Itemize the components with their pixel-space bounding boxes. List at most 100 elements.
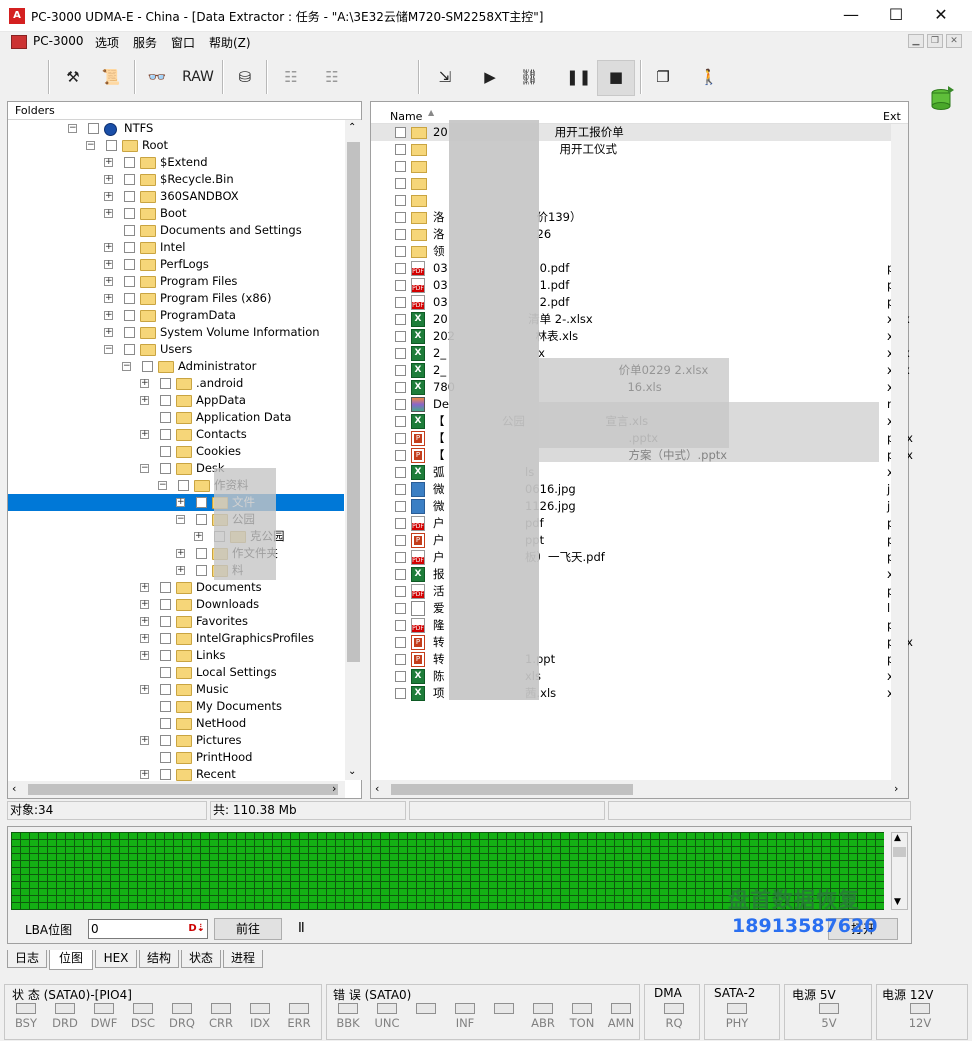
tab-log[interactable]: 日志 <box>7 950 47 968</box>
list-vertical-scrollbar[interactable] <box>891 124 908 780</box>
file-row-checkbox[interactable] <box>395 348 406 359</box>
file-row-checkbox[interactable] <box>395 331 406 342</box>
tree-node-checkbox[interactable] <box>142 361 153 372</box>
tree-node[interactable]: + $Recycle.Bin <box>8 171 344 188</box>
collapse-icon[interactable]: − <box>104 345 113 354</box>
lba-scroll-thumb[interactable] <box>893 847 906 857</box>
tree-node[interactable]: + ProgramData <box>8 307 344 324</box>
tree-node-checkbox[interactable] <box>160 718 171 729</box>
raw-button[interactable]: RAW <box>180 62 216 92</box>
file-row-checkbox[interactable] <box>395 399 406 410</box>
tab-status[interactable]: 状态 <box>181 950 221 968</box>
expand-icon[interactable]: + <box>104 294 113 303</box>
expand-icon[interactable]: + <box>140 770 149 779</box>
tree-node-checkbox[interactable] <box>124 191 135 202</box>
lba-input[interactable]: 0 D⇣ <box>88 919 208 939</box>
file-row-checkbox[interactable] <box>395 450 406 461</box>
lba-pause-button[interactable]: II <box>298 921 305 936</box>
folders-tree-pane[interactable]: Folders − NTFS − Root + $Extend + $Recycle.Bin +… <box>7 101 362 799</box>
tree-node[interactable]: + PerfLogs <box>8 256 344 273</box>
tree-node-checkbox[interactable] <box>196 565 207 576</box>
tree-node[interactable]: − Users <box>8 341 344 358</box>
expand-icon[interactable]: + <box>104 277 113 286</box>
tree-node-checkbox[interactable] <box>160 446 171 457</box>
tree-structure-icon[interactable]: ☷ <box>278 62 304 92</box>
lba-vertical-scrollbar[interactable]: ▲ ▼ <box>891 832 908 910</box>
file-row-checkbox[interactable] <box>395 484 406 495</box>
tree-node-checkbox[interactable] <box>196 497 207 508</box>
file-row-checkbox[interactable] <box>395 195 406 206</box>
tree-node-checkbox[interactable] <box>178 480 189 491</box>
file-row-checkbox[interactable] <box>395 127 406 138</box>
collapse-icon[interactable]: − <box>68 124 77 133</box>
tree-node-checkbox[interactable] <box>124 174 135 185</box>
tree-node-checkbox[interactable] <box>160 582 171 593</box>
file-list-pane[interactable]: Name ▲ Ext 20 用开工报价单 用开工仪式洛 价139）洛 26领03… <box>370 101 913 799</box>
file-row-checkbox[interactable] <box>395 671 406 682</box>
database-icon[interactable] <box>928 84 956 112</box>
file-row-checkbox[interactable] <box>395 637 406 648</box>
file-row-checkbox[interactable] <box>395 569 406 580</box>
dropdown-arrow-icon[interactable]: D⇣ <box>188 920 205 938</box>
tree-node[interactable]: Documents and Settings <box>8 222 344 239</box>
tree-node-checkbox[interactable] <box>124 242 135 253</box>
tree-node[interactable]: +克公园 <box>8 528 344 545</box>
scroll-right-icon[interactable]: › <box>894 782 898 795</box>
mdi-restore-button[interactable]: ❐ <box>927 34 943 48</box>
binoculars-icon[interactable]: 👓 <box>146 62 168 92</box>
windows-icon[interactable]: ❐ <box>652 62 674 92</box>
tree-node[interactable]: + Program Files <box>8 273 344 290</box>
file-row-checkbox[interactable] <box>395 620 406 631</box>
tools-icon[interactable]: ⚒ <box>62 62 84 92</box>
file-row-checkbox[interactable] <box>395 263 406 274</box>
scroll-icon[interactable]: 📜 <box>100 62 122 92</box>
mdi-close-button[interactable]: ✕ <box>946 34 962 48</box>
tab-structure[interactable]: 结构 <box>139 950 179 968</box>
tree-node[interactable]: + AppData <box>8 392 344 409</box>
disk-icon[interactable]: ⛁ <box>234 62 256 92</box>
tree-node[interactable]: Local Settings <box>8 664 344 681</box>
expand-icon[interactable]: + <box>104 192 113 201</box>
file-row-checkbox[interactable] <box>395 552 406 563</box>
tree-node[interactable]: NetHood <box>8 715 344 732</box>
tree-node-checkbox[interactable] <box>160 412 171 423</box>
expand-icon[interactable]: + <box>140 396 149 405</box>
tree-node-checkbox[interactable] <box>160 650 171 661</box>
tree-vertical-scrollbar-thumb[interactable] <box>347 142 360 662</box>
scroll-up-icon[interactable]: ⌃ <box>348 122 356 133</box>
tree-node[interactable]: PrintHood <box>8 749 344 766</box>
collapse-icon[interactable]: − <box>140 464 149 473</box>
tree-node[interactable]: + Contacts <box>8 426 344 443</box>
tree-node[interactable]: − Desk <box>8 460 344 477</box>
tree-node-checkbox[interactable] <box>124 208 135 219</box>
tree-node[interactable]: +360SANDBOX <box>8 188 344 205</box>
tree-node-checkbox[interactable] <box>160 735 171 746</box>
tree-node[interactable]: +文件 <box>8 494 344 511</box>
tree-node[interactable]: + .android <box>8 375 344 392</box>
expand-icon[interactable]: + <box>104 158 113 167</box>
tree-node[interactable]: + Downloads <box>8 596 344 613</box>
expand-icon[interactable]: + <box>140 379 149 388</box>
expand-icon[interactable]: + <box>140 685 149 694</box>
tree-node-checkbox[interactable] <box>160 684 171 695</box>
tree-node-checkbox[interactable] <box>196 548 207 559</box>
file-row-checkbox[interactable] <box>395 314 406 325</box>
tab-process[interactable]: 进程 <box>223 950 263 968</box>
scroll-left-icon[interactable]: ‹ <box>12 782 16 795</box>
expand-icon[interactable]: + <box>140 600 149 609</box>
file-row-checkbox[interactable] <box>395 603 406 614</box>
maximize-button[interactable]: ☐ <box>873 0 919 32</box>
tree-node[interactable]: Application Data <box>8 409 344 426</box>
tree-node-checkbox[interactable] <box>88 123 99 134</box>
tab-hex[interactable]: HEX <box>95 950 137 968</box>
tree-node-checkbox[interactable] <box>124 327 135 338</box>
expand-icon[interactable]: + <box>140 634 149 643</box>
tab-bitmap[interactable]: 位图 <box>49 950 93 970</box>
expand-icon[interactable]: + <box>140 430 149 439</box>
tree-node[interactable]: −作资料 <box>8 477 344 494</box>
expand-icon[interactable]: + <box>104 209 113 218</box>
scroll-right-icon[interactable]: › <box>332 782 336 795</box>
scroll-down-icon[interactable]: ⌄ <box>348 766 356 777</box>
menu-help[interactable]: 帮助(Z) <box>209 34 251 51</box>
tree-node[interactable]: − Root <box>8 137 344 154</box>
